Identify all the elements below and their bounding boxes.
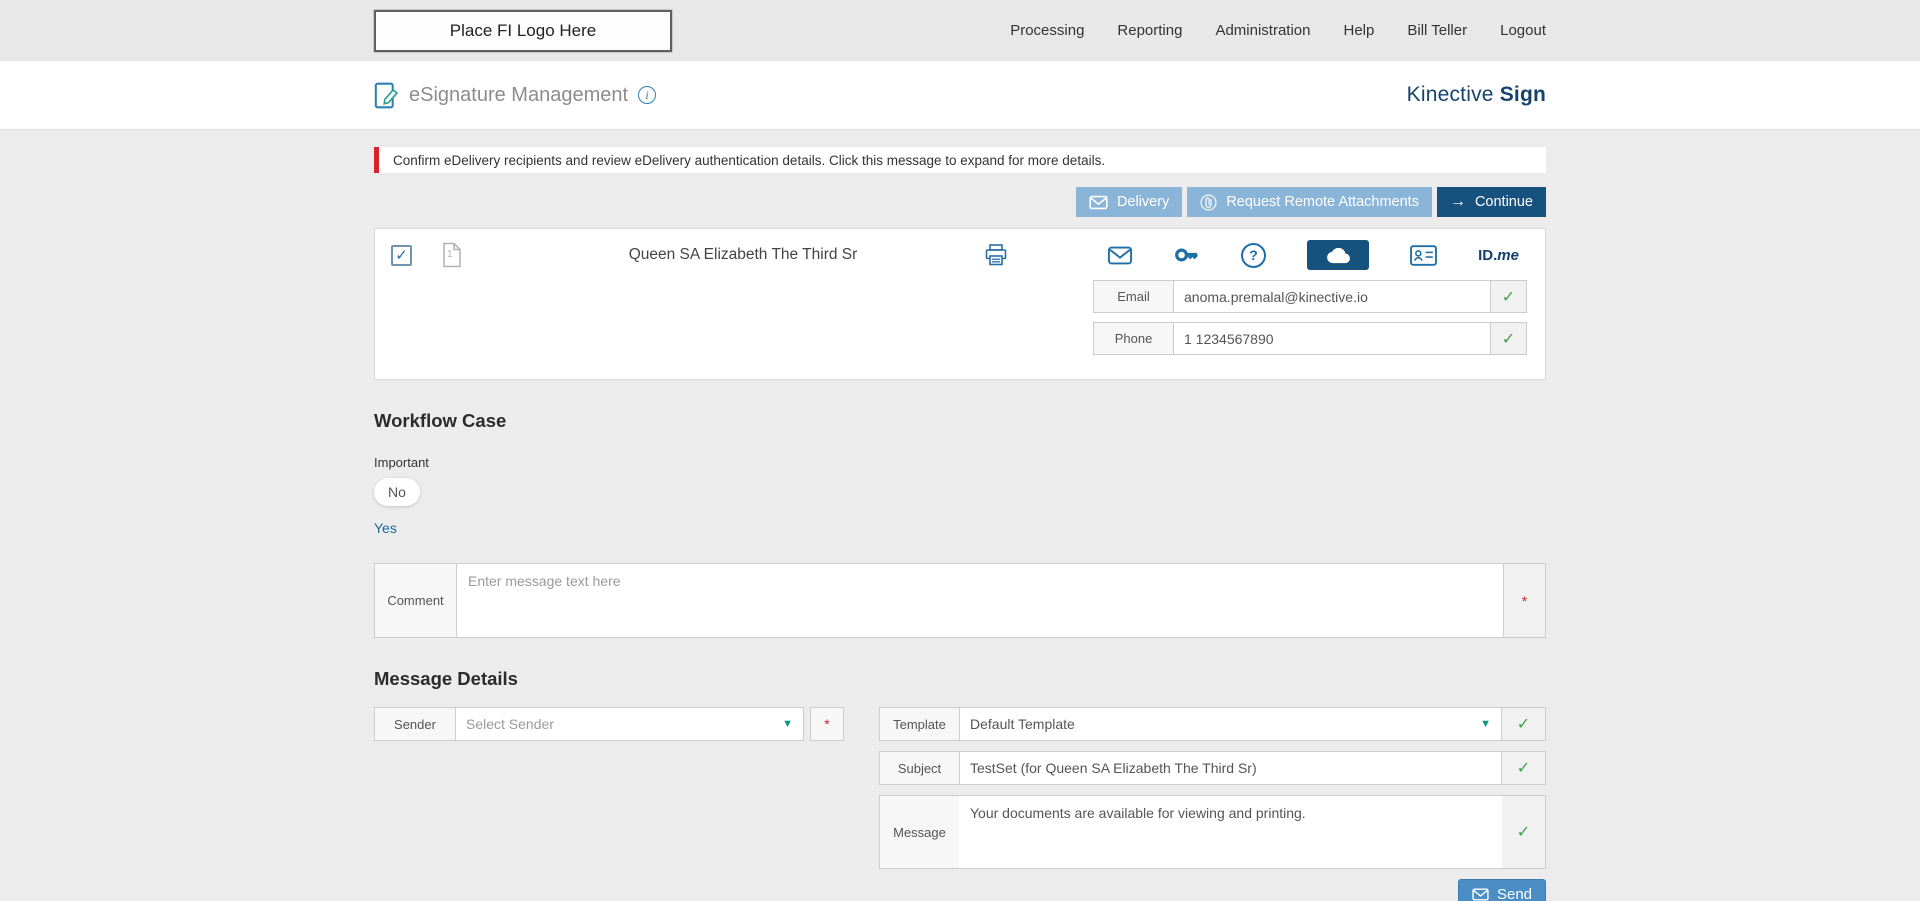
template-valid-check-icon: ✓ (1502, 707, 1546, 741)
phone-valid-check-icon: ✓ (1491, 322, 1527, 355)
idme-label-me: me (1497, 246, 1519, 264)
template-value: Default Template (970, 716, 1075, 732)
email-valid-check-icon: ✓ (1491, 280, 1527, 313)
subject-field-row: Subject ✓ (879, 751, 1546, 785)
nav-user-bill-teller[interactable]: Bill Teller (1407, 22, 1467, 39)
continue-button[interactable]: → Continue (1436, 187, 1546, 217)
request-remote-attachments-button[interactable]: Request Remote Attachments (1187, 187, 1432, 217)
idme-label-id: ID. (1478, 246, 1498, 264)
document-count-icon[interactable]: 1 (442, 242, 462, 268)
page-header: eSignature Management i Kinective Sign (0, 61, 1920, 130)
message-valid-check-icon: ✓ (1502, 795, 1546, 869)
chevron-down-icon: ▼ (782, 718, 793, 730)
paperclip-icon (1200, 193, 1217, 211)
recipient-checkbox[interactable]: ✓ (391, 244, 412, 266)
nav-reporting[interactable]: Reporting (1117, 22, 1182, 39)
nav-help[interactable]: Help (1344, 22, 1375, 39)
arrow-right-icon: → (1449, 193, 1466, 210)
main-content: Confirm eDelivery recipients and review … (0, 130, 1920, 901)
request-remote-attachments-label: Request Remote Attachments (1226, 194, 1419, 210)
idme-auth-icon[interactable]: ID.me (1478, 247, 1519, 264)
important-field-label: Important (374, 455, 429, 470)
email-input[interactable] (1173, 280, 1491, 313)
fi-logo-text: Place FI Logo Here (449, 20, 597, 40)
workflow-case-heading: Workflow Case (374, 410, 507, 431)
comment-required-marker: * (1503, 564, 1545, 637)
template-field-row: Template Default Template ▼ ✓ (879, 707, 1546, 741)
brand-product: Sign (1499, 83, 1546, 106)
chevron-down-icon: ▼ (1480, 718, 1491, 730)
action-toolbar: Delivery Request Remote Attachments → Co… (374, 187, 1546, 217)
send-button[interactable]: Send (1458, 879, 1546, 901)
edelivery-alert-banner[interactable]: Confirm eDelivery recipients and review … (374, 147, 1546, 173)
nav-logout[interactable]: Logout (1500, 22, 1546, 39)
email-auth-icon[interactable] (1107, 246, 1133, 265)
document-count: 1 (447, 249, 453, 260)
delivery-button-label: Delivery (1116, 194, 1170, 210)
phone-field-row: Phone ✓ (1093, 322, 1527, 355)
sender-select[interactable]: Select Sender ▼ (455, 707, 804, 741)
sender-field-row: Sender Select Sender ▼ * (374, 707, 844, 741)
top-nav: Processing Reporting Administration Help… (1010, 22, 1546, 39)
nav-administration[interactable]: Administration (1215, 22, 1310, 39)
recipient-card: ✓ 1 Queen SA Elizabeth The Third Sr ? ID… (374, 228, 1546, 380)
email-field-row: Email ✓ (1093, 280, 1527, 313)
delivery-button[interactable]: Delivery (1075, 187, 1183, 217)
cloud-delivery-auth-icon[interactable] (1307, 240, 1370, 270)
comment-field-row: Comment * (374, 563, 1546, 638)
important-option-no[interactable]: No (374, 478, 420, 506)
comment-label: Comment (375, 564, 457, 637)
nav-processing[interactable]: Processing (1010, 22, 1084, 39)
subject-label: Subject (879, 751, 959, 785)
subject-input[interactable] (959, 751, 1502, 785)
email-label: Email (1093, 280, 1173, 313)
security-question-auth-icon[interactable]: ? (1241, 242, 1267, 268)
important-option-yes[interactable]: Yes (374, 520, 397, 536)
continue-button-label: Continue (1474, 194, 1533, 210)
printer-icon[interactable] (984, 243, 1008, 267)
brand-name: Kinective (1406, 83, 1500, 106)
checkbox-check-icon: ✓ (395, 247, 408, 264)
id-card-auth-icon[interactable] (1410, 244, 1437, 266)
envelope-icon (1089, 195, 1108, 210)
kinective-sign-logo: Kinective Sign (1407, 83, 1546, 107)
template-label: Template (879, 707, 959, 741)
auth-methods-row: ? ID.me (1093, 239, 1527, 271)
sender-placeholder: Select Sender (466, 716, 554, 732)
message-label: Message (879, 795, 959, 869)
sender-required-marker: * (810, 707, 844, 741)
recipient-name: Queen SA Elizabeth The Third Sr (628, 246, 858, 263)
comment-textarea[interactable] (457, 564, 1503, 637)
phone-input[interactable] (1173, 322, 1491, 355)
message-details-heading: Message Details (374, 668, 518, 689)
envelope-icon (1472, 887, 1489, 901)
template-select[interactable]: Default Template ▼ (959, 707, 1502, 741)
send-button-label: Send (1496, 885, 1533, 901)
sender-label: Sender (374, 707, 455, 741)
fi-logo-placeholder[interactable]: Place FI Logo Here (373, 8, 673, 53)
message-field-row: Message Your documents are available for… (879, 795, 1546, 869)
info-icon[interactable]: i (638, 86, 657, 104)
phone-label: Phone (1093, 322, 1173, 355)
top-bar: Place FI Logo Here Processing Reporting … (0, 0, 1920, 61)
subject-valid-check-icon: ✓ (1502, 751, 1546, 785)
password-key-auth-icon[interactable] (1174, 242, 1200, 268)
page-title: eSignature Management (409, 83, 629, 106)
message-textarea[interactable]: Your documents are available for viewing… (959, 795, 1502, 869)
esignature-document-pen-icon (374, 82, 399, 109)
